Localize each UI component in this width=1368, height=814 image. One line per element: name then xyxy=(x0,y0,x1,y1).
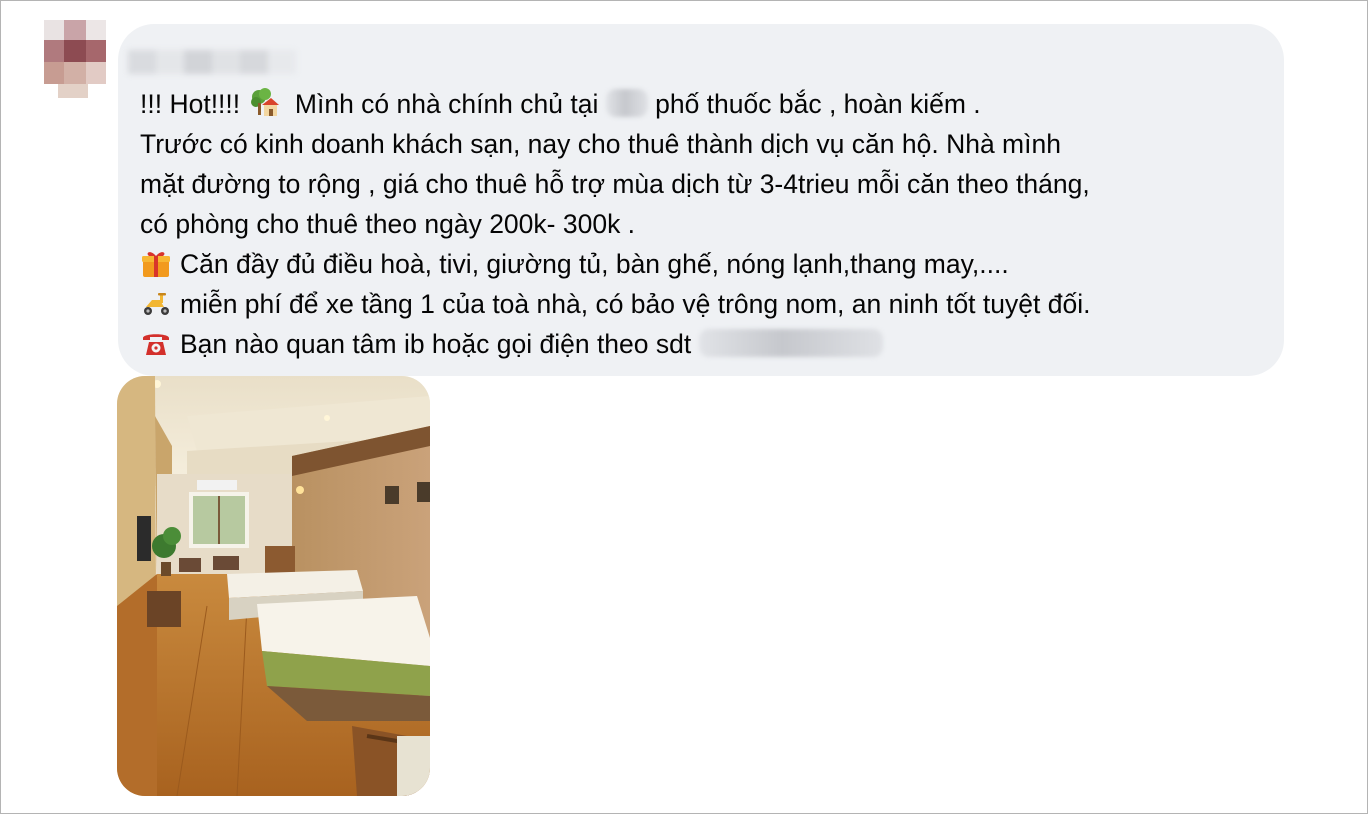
comment-line-7: Bạn nào quan tâm ib hoặc gọi điện theo s… xyxy=(140,324,1270,364)
comment-line-3: mặt đường to rộng , giá cho thuê hỗ trợ … xyxy=(140,169,1090,199)
line-text: Bạn nào quan tâm ib hoặc gọi điện theo s… xyxy=(180,329,699,359)
comment-line-6: miễn phí để xe tầng 1 của toà nhà, có bả… xyxy=(140,284,1270,324)
author-name-censored[interactable] xyxy=(128,42,298,84)
censored-phone-number xyxy=(698,329,883,357)
comment-line-2: Trước có kinh doanh khách sạn, nay cho t… xyxy=(140,129,1061,159)
line-text: Mình có nhà chính chủ tại xyxy=(294,89,606,119)
comment-bubble: !!! Hot!!!! Mình có nhà chính chủ tại ph… xyxy=(118,24,1284,376)
line-prefix: !!! Hot!!!! xyxy=(140,89,248,119)
avatar[interactable] xyxy=(44,20,106,98)
telephone-icon xyxy=(143,334,169,355)
scooter-icon xyxy=(144,293,169,315)
comment-text: !!! Hot!!!! Mình có nhà chính chủ tại ph… xyxy=(140,84,1270,364)
comment-line-4: có phòng cho thuê theo ngày 200k- 300k . xyxy=(140,209,636,239)
line-text: phố thuốc bắc , hoàn kiếm . xyxy=(647,89,981,119)
line-text: Căn đầy đủ điều hoà, tivi, giường tủ, bà… xyxy=(180,249,1009,279)
comment-line-5: Căn đầy đủ điều hoà, tivi, giường tủ, bà… xyxy=(140,244,1270,284)
line-text: miễn phí để xe tầng 1 của toà nhà, có bả… xyxy=(180,289,1091,319)
hotel-room-photo xyxy=(117,376,430,796)
comment-line-1: !!! Hot!!!! Mình có nhà chính chủ tại ph… xyxy=(140,84,1270,124)
gift-icon xyxy=(142,252,170,277)
censored-address xyxy=(605,89,648,117)
tree-house-icon xyxy=(250,88,279,116)
attached-photo[interactable] xyxy=(117,376,430,796)
